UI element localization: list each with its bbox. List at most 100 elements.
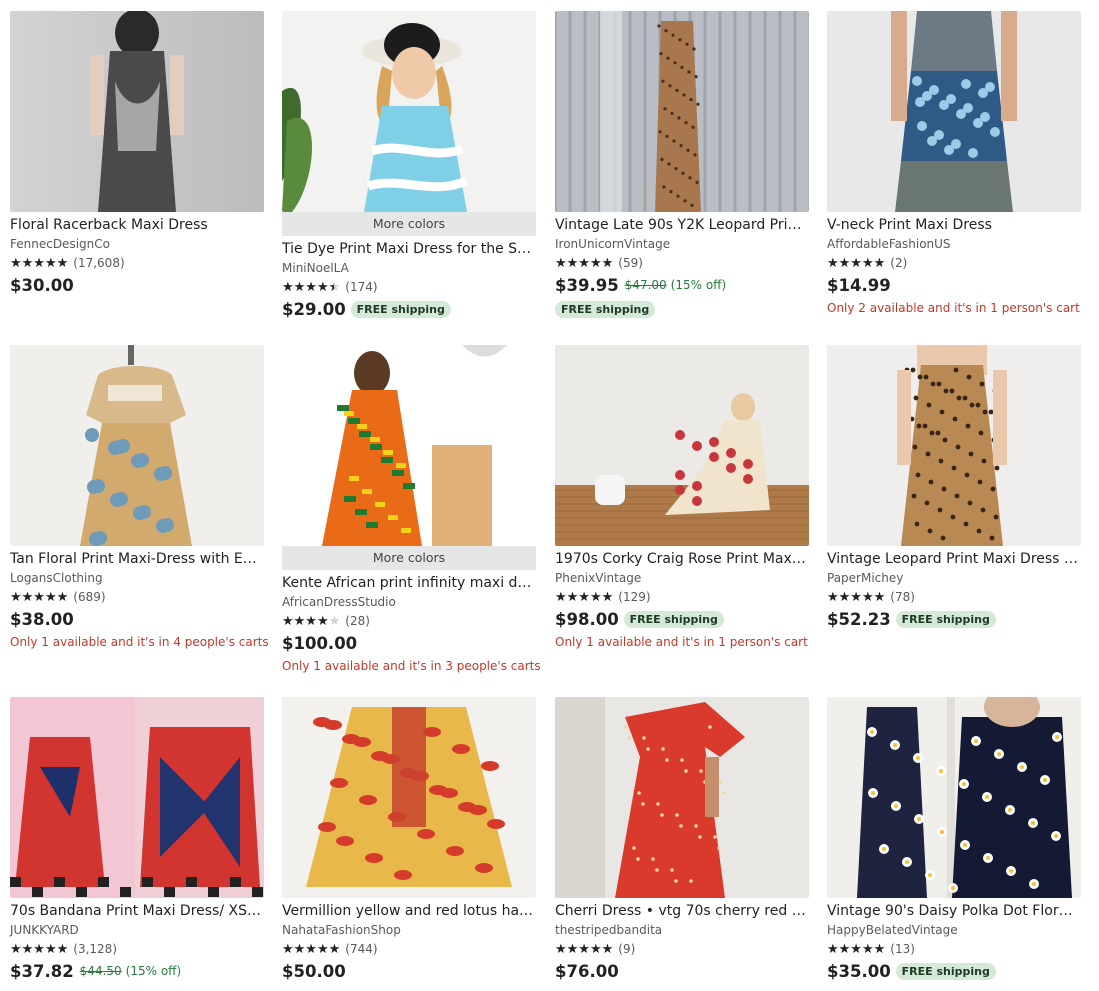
listing-image[interactable] [555, 697, 809, 898]
shop-name[interactable]: PhenixVintage [555, 571, 809, 586]
free-shipping-badge: FREE shipping [895, 610, 996, 628]
listing-card[interactable]: V-neck Print Maxi Dress AffordableFashion… [827, 11, 1081, 316]
listing-image[interactable] [827, 11, 1081, 212]
review-count: (13) [890, 942, 915, 956]
star-rating: ★★★★★★★★★★ [827, 942, 886, 957]
free-shipping-badge: FREE shipping [555, 301, 656, 318]
price: $38.00 [10, 609, 74, 629]
price-row: $29.00 FREE shipping [282, 298, 536, 320]
price-row: $76.00 [555, 960, 809, 982]
price-row: $50.00 [282, 960, 536, 982]
price: $76.00 [555, 961, 619, 981]
price: $98.00 [555, 609, 619, 629]
star-rating: ★★★★★★★★★★ [282, 614, 341, 629]
rating-row: ★★★★★ ★★★★★ (129) [555, 590, 809, 605]
listing-title[interactable]: Tie Dye Print Maxi Dress for the Sum... [282, 241, 536, 258]
listing-title[interactable]: Kente African print infinity maxi dre... [282, 575, 536, 592]
star-rating: ★★★★★★★★★★ [555, 590, 614, 605]
listing-card[interactable]: Cherri Dress • vtg 70s cherry red flo...… [555, 697, 809, 982]
listing-title[interactable]: Vermillion yellow and red lotus hand... [282, 903, 536, 920]
listing-card[interactable]: Vintage 90's Daisy Polka Dot Floral P...… [827, 697, 1081, 982]
shop-name[interactable]: AffordableFashionUS [827, 237, 1081, 252]
price-row: $30.00 [10, 274, 264, 296]
listing-title[interactable]: Vintage Late 90s Y2K Leopard Print ... [555, 217, 809, 234]
listing-title[interactable]: V-neck Print Maxi Dress [827, 217, 1081, 234]
shop-name[interactable]: FennecDesignCo [10, 237, 264, 252]
price: $29.00 [282, 299, 346, 319]
review-count: (78) [890, 590, 915, 604]
review-count: (3,128) [73, 942, 117, 956]
free-shipping-badge: FREE shipping [623, 610, 724, 628]
listing-image[interactable] [555, 11, 809, 212]
listing-card[interactable]: 70s Bandana Print Maxi Dress/ XS/ 1... JU… [10, 697, 264, 982]
shop-name[interactable]: PaperMichey [827, 571, 1081, 586]
listing-image[interactable] [282, 11, 536, 212]
discount: (15% off) [670, 278, 727, 292]
shop-name[interactable]: LogansClothing [10, 571, 264, 586]
review-count: (689) [73, 590, 106, 604]
shop-name[interactable]: AfricanDressStudio [282, 595, 536, 610]
listing-image[interactable] [555, 345, 809, 546]
listing-title[interactable]: Vintage 90's Daisy Polka Dot Floral P... [827, 903, 1081, 920]
listing-image[interactable] [10, 11, 264, 212]
price: $14.99 [827, 275, 891, 295]
rating-row: ★★★★★ ★★★★★ (17,608) [10, 256, 264, 271]
rating-row: ★★★★★ ★★★★★ (744) [282, 942, 536, 957]
shop-name[interactable]: MiniNoelLA [282, 261, 536, 276]
price: $35.00 [827, 961, 891, 981]
more-colors-button[interactable]: More colors [282, 212, 536, 236]
review-count: (744) [345, 942, 378, 956]
shop-name[interactable]: NahataFashionShop [282, 923, 536, 938]
listing-image[interactable] [10, 697, 264, 898]
listing-title[interactable]: 70s Bandana Print Maxi Dress/ XS/ 1... [10, 903, 264, 920]
listing-image[interactable] [282, 345, 536, 546]
listing-card[interactable]: Vermillion yellow and red lotus hand... N… [282, 697, 536, 982]
listing-card[interactable]: More colors Kente African print infinity … [282, 345, 541, 674]
listing-title[interactable]: 1970s Corky Craig Rose Print Maxi D... [555, 551, 809, 568]
price: $39.95 [555, 275, 619, 295]
price: $30.00 [10, 275, 74, 295]
more-colors-button[interactable]: More colors [282, 546, 536, 570]
rating-row: ★★★★★★★★★★ (28) [282, 614, 536, 629]
price-row: $39.95 $47.00 (15% off) [555, 274, 809, 296]
star-rating: ★★★★★★★★★★ [827, 590, 886, 605]
listing-title[interactable]: Floral Racerback Maxi Dress [10, 217, 264, 234]
star-rating: ★★★★★★★★★★ [555, 256, 614, 271]
price-row: $52.23 FREE shipping [827, 608, 1081, 630]
urgency-message: Only 1 available and it's in 3 people's … [282, 659, 541, 673]
shop-name[interactable]: HappyBelatedVintage [827, 923, 1081, 938]
listing-card[interactable]: Vintage Leopard Print Maxi Dress | A... P… [827, 345, 1081, 630]
listing-image[interactable] [282, 697, 536, 898]
listing-card[interactable]: Floral Racerback Maxi Dress FennecDesignC… [10, 11, 264, 296]
listing-image[interactable] [10, 345, 264, 546]
price-row: $38.00 [10, 608, 264, 630]
star-rating: ★★★★★★★★★★ [10, 590, 69, 605]
listing-card[interactable]: More colors Tie Dye Print Maxi Dress for … [282, 11, 536, 320]
discount: (15% off) [125, 964, 182, 978]
listing-grid: Floral Racerback Maxi Dress FennecDesignC… [0, 0, 1099, 991]
shop-name[interactable]: JUNKKYARD [10, 923, 264, 938]
rating-row: ★★★★★ ★★★★★ (689) [10, 590, 264, 605]
review-count: (2) [890, 256, 908, 270]
price-row: $98.00 FREE shipping [555, 608, 809, 630]
listing-card[interactable]: 1970s Corky Craig Rose Print Maxi D... Ph… [555, 345, 809, 650]
original-price: $47.00 [624, 278, 667, 292]
urgency-message: Only 1 available and it's in 4 people's … [10, 635, 269, 649]
listing-title[interactable]: Cherri Dress • vtg 70s cherry red flo... [555, 903, 809, 920]
rating-row: ★★★★★ ★★★★★ (59) [555, 256, 809, 271]
review-count: (17,608) [73, 256, 125, 270]
shop-name[interactable]: thestripedbandita [555, 923, 809, 938]
review-count: (129) [618, 590, 651, 604]
listing-title[interactable]: Tan Floral Print Maxi-Dress with Emp... [10, 551, 264, 568]
shop-name[interactable]: IronUnicornVintage [555, 237, 809, 252]
free-shipping-badge: FREE shipping [895, 962, 996, 980]
rating-row: ★★★★★ ★★★★★ (2) [827, 256, 1081, 271]
listing-image[interactable] [827, 345, 1081, 546]
star-rating: ★★★★★★★★★★ [282, 942, 341, 957]
listing-image[interactable] [827, 697, 1081, 898]
listing-card[interactable]: Vintage Late 90s Y2K Leopard Print ... Ir… [555, 11, 809, 318]
review-count: (28) [345, 614, 370, 628]
listing-card[interactable]: Tan Floral Print Maxi-Dress with Emp... L… [10, 345, 269, 650]
urgency-message: Only 1 available and it's in 1 person's … [555, 635, 808, 649]
listing-title[interactable]: Vintage Leopard Print Maxi Dress | A... [827, 551, 1081, 568]
